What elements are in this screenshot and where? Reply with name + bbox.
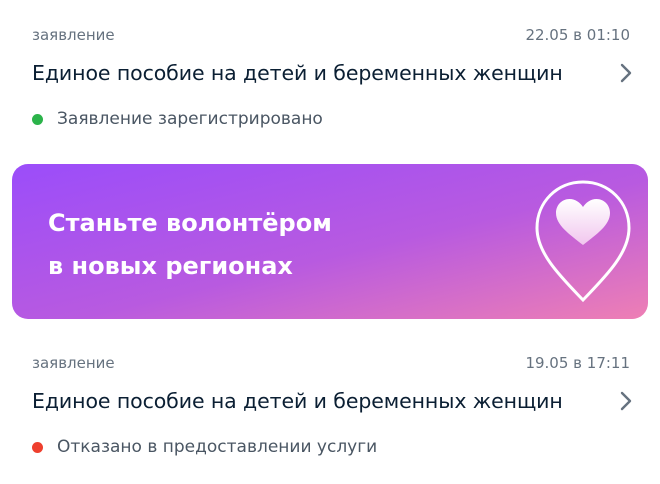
feed: заявление 22.05 в 01:10 Единое пособие н… [0, 0, 660, 484]
status-error-dot [32, 441, 43, 453]
application-status-text: Заявление зарегистрировано [57, 109, 323, 129]
application-status-text: Отказано в предоставлении услуги [57, 437, 378, 457]
status-success-dot [32, 113, 43, 125]
heart-location-pin-icon [535, 180, 631, 303]
application-datetime: 22.05 в 01:10 [525, 26, 630, 44]
application-meta: заявление 22.05 в 01:10 [32, 24, 630, 46]
banner-text: Станьте волонтёром в новых регионах [48, 202, 332, 288]
application-status: Заявление зарегистрировано [32, 107, 323, 131]
application-meta: заявление 19.05 в 17:11 [32, 352, 630, 374]
chevron-right-icon[interactable] [618, 62, 634, 84]
application-datetime: 19.05 в 17:11 [525, 354, 630, 372]
application-type: заявление [32, 26, 115, 44]
banner-line-2: в новых регионах [48, 252, 293, 280]
application-title-row: Единое пособие на детей и беременных жен… [32, 58, 634, 88]
application-card[interactable]: заявление 22.05 в 01:10 Единое пособие н… [0, 0, 660, 150]
application-title-row: Единое пособие на детей и беременных жен… [32, 386, 634, 416]
application-card[interactable]: заявление 19.05 в 17:11 Единое пособие н… [0, 328, 660, 484]
chevron-right-icon[interactable] [618, 390, 634, 412]
application-status: Отказано в предоставлении услуги [32, 435, 377, 459]
application-title: Единое пособие на детей и беременных жен… [32, 61, 563, 85]
banner-line-1: Станьте волонтёром [48, 209, 332, 237]
volunteer-banner[interactable]: Станьте волонтёром в новых регионах [12, 164, 648, 319]
application-title: Единое пособие на детей и беременных жен… [32, 389, 563, 413]
application-type: заявление [32, 354, 115, 372]
